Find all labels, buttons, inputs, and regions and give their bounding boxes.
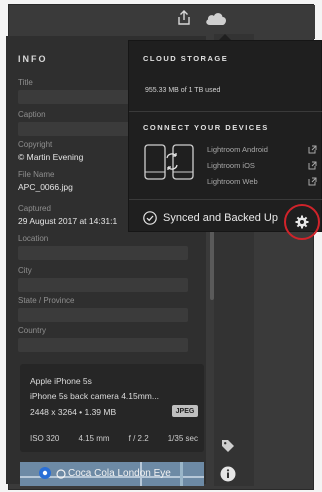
sync-status-text: Synced and Backed Up bbox=[163, 212, 278, 224]
settings-highlight-circle bbox=[284, 204, 320, 240]
info-icon[interactable] bbox=[219, 465, 237, 483]
sync-status-row: Synced and Backed Up bbox=[143, 211, 278, 225]
gear-icon[interactable] bbox=[295, 215, 309, 229]
device-label: Lightroom iOS bbox=[207, 161, 255, 170]
top-bar bbox=[9, 5, 315, 39]
map-thumbnail[interactable]: Coca Cola London Eye bbox=[20, 462, 204, 486]
checkmark-circle-icon bbox=[143, 211, 157, 225]
country-label: Country bbox=[18, 326, 47, 335]
location-label: Location bbox=[18, 234, 49, 243]
camera-model: Apple iPhone 5s bbox=[30, 376, 92, 386]
share-icon[interactable] bbox=[174, 8, 194, 28]
device-link-ios[interactable]: Lightroom iOS bbox=[207, 161, 317, 170]
city-label: City bbox=[18, 266, 32, 275]
exif-focal: 4.15 mm bbox=[78, 434, 110, 443]
exif-aperture: f / 2.2 bbox=[128, 434, 149, 443]
device-link-android[interactable]: Lightroom Android bbox=[207, 145, 317, 154]
popup-divider bbox=[129, 199, 322, 200]
state-input[interactable] bbox=[18, 308, 188, 322]
external-link-icon bbox=[308, 161, 317, 170]
map-location-label: Coca Cola London Eye bbox=[68, 468, 171, 479]
device-link-web[interactable]: Lightroom Web bbox=[207, 177, 317, 186]
location-field[interactable]: Location bbox=[18, 234, 188, 260]
cloud-storage-popup: CLOUD STORAGE 955.33 MB of 1 TB used CON… bbox=[128, 40, 322, 232]
map-pin-icon bbox=[39, 467, 51, 479]
connect-devices-heading: CONNECT YOUR DEVICES bbox=[143, 123, 269, 132]
device-label: Lightroom Web bbox=[207, 177, 258, 186]
external-link-icon bbox=[308, 145, 317, 154]
landmark-icon bbox=[56, 469, 66, 479]
device-label: Lightroom Android bbox=[207, 145, 268, 154]
country-input[interactable] bbox=[18, 338, 188, 352]
cloud-storage-heading: CLOUD STORAGE bbox=[143, 54, 229, 63]
camera-lens: iPhone 5s back camera 4.15mm... bbox=[30, 391, 159, 401]
camera-info-card: Apple iPhone 5s iPhone 5s back camera 4.… bbox=[20, 364, 204, 452]
exif-row: ISO 320 4.15 mm f / 2.2 1/35 sec bbox=[30, 434, 198, 443]
state-label: State / Province bbox=[18, 296, 75, 305]
state-field[interactable]: State / Province bbox=[18, 296, 188, 322]
external-link-icon bbox=[308, 177, 317, 186]
exif-shutter: 1/35 sec bbox=[167, 434, 198, 443]
map-road bbox=[180, 462, 183, 486]
location-input[interactable] bbox=[18, 246, 188, 260]
info-heading: INFO bbox=[18, 54, 48, 64]
tag-icon[interactable] bbox=[220, 438, 236, 454]
country-field[interactable]: Country bbox=[18, 326, 188, 352]
cloud-icon[interactable] bbox=[200, 8, 232, 28]
format-badge: JPEG bbox=[172, 405, 198, 417]
devices-sync-icon bbox=[144, 144, 194, 180]
city-field[interactable]: City bbox=[18, 266, 188, 292]
storage-used-text: 955.33 MB of 1 TB used bbox=[145, 87, 221, 94]
popup-divider bbox=[129, 111, 322, 112]
image-dimensions: 2448 x 3264 • 1.39 MB bbox=[30, 407, 117, 417]
city-input[interactable] bbox=[18, 278, 188, 292]
exif-iso: ISO 320 bbox=[30, 434, 60, 443]
